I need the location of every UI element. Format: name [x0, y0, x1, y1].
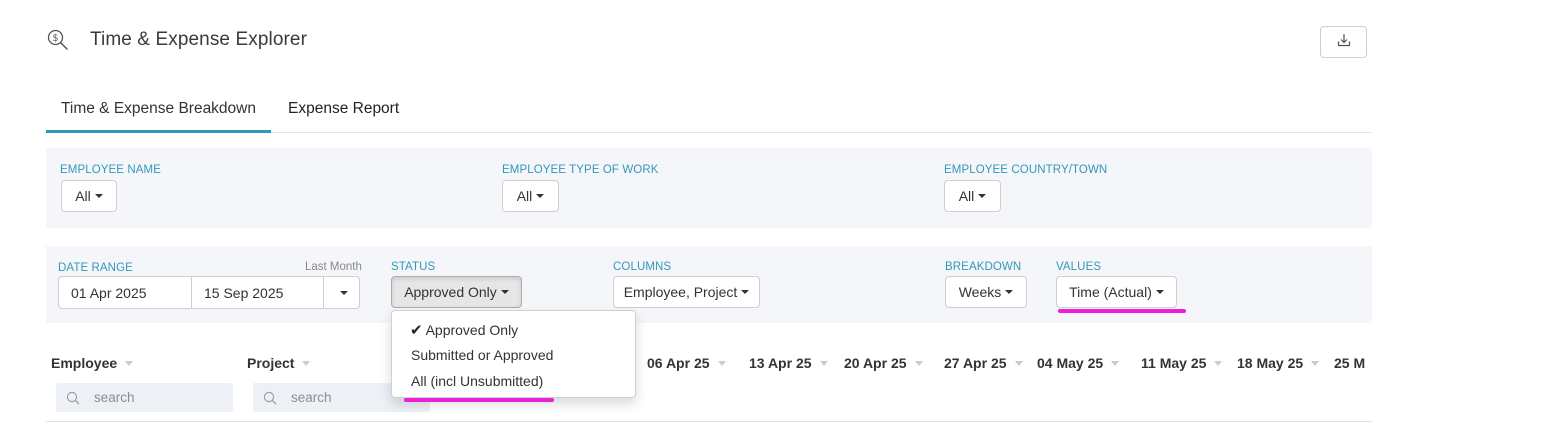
status-option-label: Approved Only	[425, 321, 519, 338]
employee-type-value: All	[516, 188, 533, 204]
sort-icon[interactable]	[717, 360, 726, 366]
tab-expense-report[interactable]: Expense Report	[273, 88, 414, 133]
date-to-input[interactable]: 15 Sep 2025	[192, 277, 324, 308]
status-option-approved-only[interactable]: ✔ Approved Only	[392, 317, 635, 343]
week-column-header[interactable]: 04 May 25	[1037, 355, 1120, 371]
breakdown-label: BREAKDOWN	[945, 261, 1022, 273]
week-column-label: 06 Apr 25	[647, 355, 710, 371]
values-label: VALUES	[1056, 261, 1102, 273]
caret-down-icon	[741, 290, 750, 294]
search-dollar-icon: $	[46, 28, 70, 52]
week-column-label: 27 Apr 25	[944, 355, 1007, 371]
breakdown-value: Weeks	[958, 284, 1002, 300]
week-column-header[interactable]: 11 May 25	[1141, 355, 1223, 371]
grid-header: Employee Project 06 Apr 25 13 Apr 25 20 …	[46, 355, 1372, 379]
grid-divider	[46, 421, 1372, 422]
sort-icon[interactable]	[1214, 360, 1223, 366]
caret-down-icon	[339, 290, 348, 295]
sort-icon[interactable]	[1311, 360, 1320, 366]
employee-name-dropdown[interactable]: All	[61, 180, 117, 212]
caret-down-icon	[500, 290, 509, 294]
columns-value: Employee, Project	[623, 284, 738, 300]
employee-type-label: EMPLOYEE TYPE OF WORK	[502, 164, 659, 176]
week-column-header[interactable]: 27 Apr 25	[944, 355, 1023, 371]
employee-type-dropdown[interactable]: All	[502, 180, 559, 212]
date-from-input[interactable]: 01 Apr 2025	[59, 277, 192, 308]
checkmark-icon: ✔	[410, 321, 423, 339]
status-option-label: Submitted or Approved	[411, 347, 554, 364]
project-column-header[interactable]: Project	[247, 355, 311, 371]
values-dropdown[interactable]: Time (Actual)	[1056, 276, 1177, 308]
tab-time-expense-breakdown[interactable]: Time & Expense Breakdown	[46, 88, 271, 133]
values-value: Time (Actual)	[1069, 284, 1152, 300]
sort-icon[interactable]	[1111, 360, 1120, 366]
employee-name-label: EMPLOYEE NAME	[60, 164, 161, 176]
sort-icon[interactable]	[819, 360, 828, 366]
date-range-label: DATE RANGE	[58, 262, 133, 274]
caret-down-icon	[536, 194, 545, 198]
status-option-submitted-or-approved[interactable]: Submitted or Approved	[392, 343, 635, 369]
caret-down-icon	[1155, 290, 1164, 294]
employee-column-label: Employee	[51, 355, 118, 371]
columns-label: COLUMNS	[613, 261, 672, 273]
caret-down-icon	[978, 194, 987, 198]
sort-icon[interactable]	[302, 360, 311, 366]
date-preset-label[interactable]: Last Month	[305, 261, 362, 273]
employee-search-placeholder: search	[94, 390, 135, 405]
svg-text:$: $	[52, 33, 58, 44]
week-column-label: 20 Apr 25	[844, 355, 907, 371]
breakdown-dropdown[interactable]: Weeks	[945, 276, 1027, 308]
status-option-all[interactable]: All (incl Unsubmitted)	[392, 368, 635, 394]
employee-name-value: All	[75, 188, 91, 204]
date-preset-toggle[interactable]	[324, 277, 359, 308]
download-icon	[1336, 32, 1352, 53]
employee-country-label: EMPLOYEE COUNTRY/TOWN	[944, 164, 1108, 176]
employee-country-dropdown[interactable]: All	[944, 180, 1001, 212]
week-column-label: 13 Apr 25	[749, 355, 812, 371]
date-range-picker: 01 Apr 2025 15 Sep 2025	[58, 276, 360, 309]
status-label: STATUS	[391, 261, 436, 273]
project-column-label: Project	[247, 355, 295, 371]
week-column-label: 11 May 25	[1141, 355, 1207, 371]
search-icon	[263, 391, 277, 405]
app-header: $ Time & Expense Explorer	[46, 26, 307, 54]
status-dropdown-menu: ✔ Approved Only Submitted or Approved All…	[391, 310, 636, 398]
week-column-label: 04 May 25	[1037, 355, 1104, 371]
employee-country-value: All	[958, 188, 975, 204]
status-option-highlight-mark	[404, 398, 554, 402]
sort-icon[interactable]	[125, 360, 134, 366]
status-option-label: All (incl Unsubmitted)	[411, 372, 544, 389]
status-value: Approved Only	[404, 284, 497, 300]
status-dropdown[interactable]: Approved Only	[391, 276, 522, 308]
values-highlight-mark	[1058, 309, 1186, 313]
employee-search-input[interactable]: search	[56, 383, 233, 412]
week-column-header[interactable]: 25 M	[1334, 355, 1365, 371]
week-column-header[interactable]: 18 May 25	[1237, 355, 1320, 371]
sort-icon[interactable]	[1014, 360, 1023, 366]
caret-down-icon	[94, 194, 103, 198]
tab-bar: Time & Expense Breakdown Expense Report	[46, 88, 1372, 133]
search-icon	[66, 391, 80, 405]
week-column-header[interactable]: 06 Apr 25	[647, 355, 726, 371]
caret-down-icon	[1005, 290, 1014, 294]
columns-dropdown[interactable]: Employee, Project	[613, 276, 760, 308]
employee-filter-panel: EMPLOYEE NAME All EMPLOYEE TYPE OF WORK …	[46, 148, 1372, 228]
sort-icon[interactable]	[914, 360, 923, 366]
project-search-placeholder: search	[291, 390, 332, 405]
download-button[interactable]	[1320, 26, 1367, 58]
week-column-label: 18 May 25	[1237, 355, 1304, 371]
week-column-header[interactable]: 20 Apr 25	[844, 355, 923, 371]
week-column-label: 25 M	[1334, 355, 1366, 371]
page-title: Time & Expense Explorer	[90, 29, 308, 50]
employee-column-header[interactable]: Employee	[51, 355, 134, 371]
week-column-header[interactable]: 13 Apr 25	[749, 355, 828, 371]
